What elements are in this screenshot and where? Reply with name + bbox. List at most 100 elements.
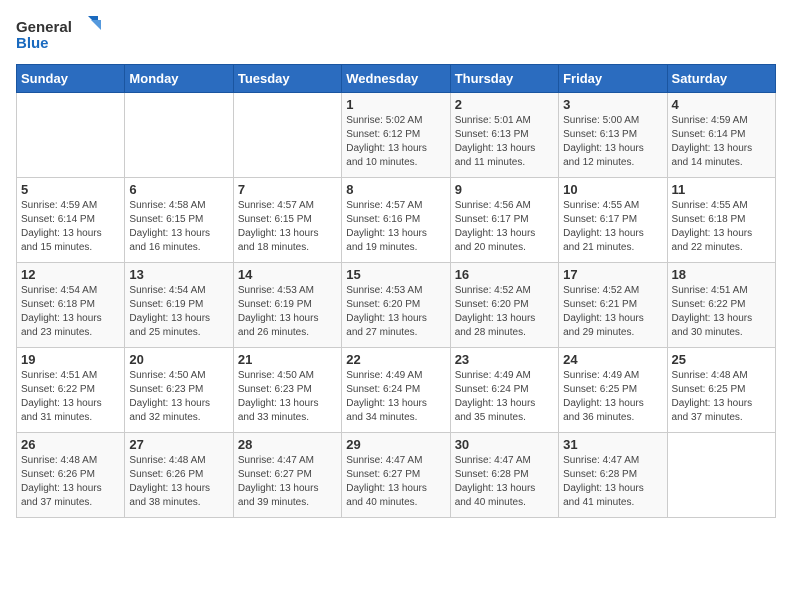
- week-row-3: 12 Sunrise: 4:54 AM Sunset: 6:18 PM Dayli…: [17, 263, 776, 348]
- day-number: 9: [455, 182, 554, 197]
- logo: GeneralBlue: [16, 16, 116, 52]
- day-cell-11: 11 Sunrise: 4:55 AM Sunset: 6:18 PM Dayli…: [667, 178, 775, 263]
- day-number: 1: [346, 97, 445, 112]
- day-cell-30: 30Sunrise: 4:47 AM Sunset: 6:28 PM Dayli…: [450, 433, 558, 518]
- week-row-4: 19 Sunrise: 4:51 AM Sunset: 6:22 PM Dayli…: [17, 348, 776, 433]
- header-friday: Friday: [559, 65, 667, 93]
- day-info: Sunrise: 4:55 AM Sunset: 6:18 PM Dayligh…: [672, 199, 771, 255]
- header-saturday: Saturday: [667, 65, 775, 93]
- day-cell-2: 2 Sunrise: 5:01 AM Sunset: 6:13 PM Daylig…: [450, 93, 558, 178]
- day-number: 11: [672, 182, 771, 197]
- day-info: Sunrise: 4:52 AM Sunset: 6:21 PM Dayligh…: [563, 284, 662, 340]
- day-info: Sunrise: 5:02 AM Sunset: 6:12 PM Dayligh…: [346, 114, 445, 170]
- day-info: Sunrise: 4:54 AM Sunset: 6:18 PM Dayligh…: [21, 284, 120, 340]
- logo-svg: GeneralBlue: [16, 16, 116, 52]
- day-info: Sunrise: 4:51 AM Sunset: 6:22 PM Dayligh…: [672, 284, 771, 340]
- day-info: Sunrise: 4:47 AM Sunset: 6:27 PM Dayligh…: [238, 454, 337, 510]
- day-number: 14: [238, 267, 337, 282]
- day-number: 26: [21, 437, 120, 452]
- day-number: 19: [21, 352, 120, 367]
- day-cell-19: 19 Sunrise: 4:51 AM Sunset: 6:22 PM Dayli…: [17, 348, 125, 433]
- day-number: 20: [129, 352, 228, 367]
- day-info: Sunrise: 4:56 AM Sunset: 6:17 PM Dayligh…: [455, 199, 554, 255]
- day-cell-17: 17Sunrise: 4:52 AM Sunset: 6:21 PM Dayli…: [559, 263, 667, 348]
- day-info: Sunrise: 4:50 AM Sunset: 6:23 PM Dayligh…: [129, 369, 228, 425]
- day-cell-26: 26 Sunrise: 4:48 AM Sunset: 6:26 PM Dayli…: [17, 433, 125, 518]
- day-cell-5: 5 Sunrise: 4:59 AM Sunset: 6:14 PM Daylig…: [17, 178, 125, 263]
- day-number: 10: [563, 182, 662, 197]
- day-number: 3: [563, 97, 662, 112]
- day-cell-18: 18 Sunrise: 4:51 AM Sunset: 6:22 PM Dayli…: [667, 263, 775, 348]
- day-cell-27: 27 Sunrise: 4:48 AM Sunset: 6:26 PM Dayli…: [125, 433, 233, 518]
- day-cell-10: 10 Sunrise: 4:55 AM Sunset: 6:17 PM Dayli…: [559, 178, 667, 263]
- calendar-header-row: SundayMondayTuesdayWednesdayThursdayFrid…: [17, 65, 776, 93]
- day-cell-1: 1 Sunrise: 5:02 AM Sunset: 6:12 PM Daylig…: [342, 93, 450, 178]
- day-cell-21: 21Sunrise: 4:50 AM Sunset: 6:23 PM Dayli…: [233, 348, 341, 433]
- week-row-1: 1 Sunrise: 5:02 AM Sunset: 6:12 PM Daylig…: [17, 93, 776, 178]
- day-info: Sunrise: 4:59 AM Sunset: 6:14 PM Dayligh…: [21, 199, 120, 255]
- week-row-2: 5 Sunrise: 4:59 AM Sunset: 6:14 PM Daylig…: [17, 178, 776, 263]
- day-info: Sunrise: 4:48 AM Sunset: 6:26 PM Dayligh…: [129, 454, 228, 510]
- header-wednesday: Wednesday: [342, 65, 450, 93]
- day-number: 2: [455, 97, 554, 112]
- day-info: Sunrise: 4:48 AM Sunset: 6:26 PM Dayligh…: [21, 454, 120, 510]
- day-cell-29: 29Sunrise: 4:47 AM Sunset: 6:27 PM Dayli…: [342, 433, 450, 518]
- day-cell-16: 16 Sunrise: 4:52 AM Sunset: 6:20 PM Dayli…: [450, 263, 558, 348]
- day-info: Sunrise: 5:00 AM Sunset: 6:13 PM Dayligh…: [563, 114, 662, 170]
- day-info: Sunrise: 4:48 AM Sunset: 6:25 PM Dayligh…: [672, 369, 771, 425]
- day-info: Sunrise: 4:59 AM Sunset: 6:14 PM Dayligh…: [672, 114, 771, 170]
- header: GeneralBlue: [16, 16, 776, 52]
- day-info: Sunrise: 4:55 AM Sunset: 6:17 PM Dayligh…: [563, 199, 662, 255]
- header-sunday: Sunday: [17, 65, 125, 93]
- day-number: 22: [346, 352, 445, 367]
- day-info: Sunrise: 4:53 AM Sunset: 6:20 PM Dayligh…: [346, 284, 445, 340]
- header-monday: Monday: [125, 65, 233, 93]
- day-cell-14: 14 Sunrise: 4:53 AM Sunset: 6:19 PM Dayli…: [233, 263, 341, 348]
- calendar: SundayMondayTuesdayWednesdayThursdayFrid…: [16, 64, 776, 518]
- day-cell-31: 31 Sunrise: 4:47 AM Sunset: 6:28 PM Dayli…: [559, 433, 667, 518]
- day-cell-12: 12 Sunrise: 4:54 AM Sunset: 6:18 PM Dayli…: [17, 263, 125, 348]
- day-number: 24: [563, 352, 662, 367]
- empty-cell: [17, 93, 125, 178]
- day-cell-15: 15Sunrise: 4:53 AM Sunset: 6:20 PM Dayli…: [342, 263, 450, 348]
- day-number: 13: [129, 267, 228, 282]
- day-number: 28: [238, 437, 337, 452]
- day-info: Sunrise: 4:53 AM Sunset: 6:19 PM Dayligh…: [238, 284, 337, 340]
- header-thursday: Thursday: [450, 65, 558, 93]
- day-cell-22: 22Sunrise: 4:49 AM Sunset: 6:24 PM Dayli…: [342, 348, 450, 433]
- day-number: 4: [672, 97, 771, 112]
- svg-text:Blue: Blue: [16, 35, 49, 52]
- empty-cell: [233, 93, 341, 178]
- day-info: Sunrise: 5:01 AM Sunset: 6:13 PM Dayligh…: [455, 114, 554, 170]
- day-number: 31: [563, 437, 662, 452]
- day-number: 18: [672, 267, 771, 282]
- day-info: Sunrise: 4:51 AM Sunset: 6:22 PM Dayligh…: [21, 369, 120, 425]
- day-info: Sunrise: 4:52 AM Sunset: 6:20 PM Dayligh…: [455, 284, 554, 340]
- day-cell-8: 8 Sunrise: 4:57 AM Sunset: 6:16 PM Daylig…: [342, 178, 450, 263]
- day-number: 25: [672, 352, 771, 367]
- day-number: 8: [346, 182, 445, 197]
- day-info: Sunrise: 4:47 AM Sunset: 6:28 PM Dayligh…: [563, 454, 662, 510]
- day-info: Sunrise: 4:57 AM Sunset: 6:16 PM Dayligh…: [346, 199, 445, 255]
- day-cell-9: 9 Sunrise: 4:56 AM Sunset: 6:17 PM Daylig…: [450, 178, 558, 263]
- day-cell-25: 25 Sunrise: 4:48 AM Sunset: 6:25 PM Dayli…: [667, 348, 775, 433]
- header-tuesday: Tuesday: [233, 65, 341, 93]
- day-number: 27: [129, 437, 228, 452]
- day-info: Sunrise: 4:47 AM Sunset: 6:27 PM Dayligh…: [346, 454, 445, 510]
- day-number: 7: [238, 182, 337, 197]
- day-cell-28: 28 Sunrise: 4:47 AM Sunset: 6:27 PM Dayli…: [233, 433, 341, 518]
- day-info: Sunrise: 4:58 AM Sunset: 6:15 PM Dayligh…: [129, 199, 228, 255]
- day-cell-24: 24 Sunrise: 4:49 AM Sunset: 6:25 PM Dayli…: [559, 348, 667, 433]
- day-number: 6: [129, 182, 228, 197]
- day-number: 23: [455, 352, 554, 367]
- day-info: Sunrise: 4:47 AM Sunset: 6:28 PM Dayligh…: [455, 454, 554, 510]
- empty-cell: [667, 433, 775, 518]
- day-info: Sunrise: 4:49 AM Sunset: 6:25 PM Dayligh…: [563, 369, 662, 425]
- empty-cell: [125, 93, 233, 178]
- day-number: 16: [455, 267, 554, 282]
- day-number: 5: [21, 182, 120, 197]
- day-number: 21: [238, 352, 337, 367]
- day-number: 12: [21, 267, 120, 282]
- day-info: Sunrise: 4:57 AM Sunset: 6:15 PM Dayligh…: [238, 199, 337, 255]
- day-info: Sunrise: 4:54 AM Sunset: 6:19 PM Dayligh…: [129, 284, 228, 340]
